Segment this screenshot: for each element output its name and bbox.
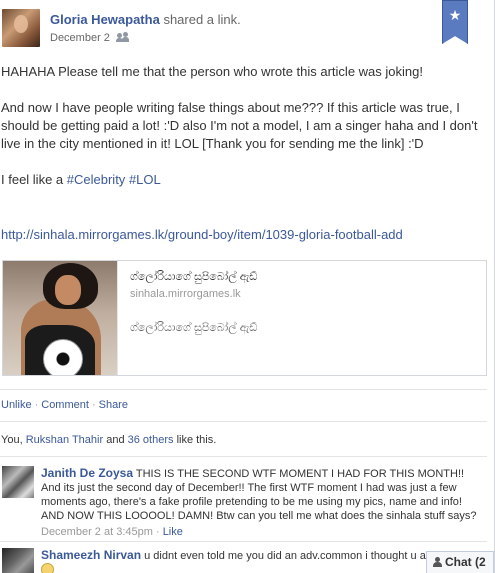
comment-text: u didnt even told me you did an adv.comm… bbox=[144, 550, 436, 562]
divider bbox=[0, 541, 487, 542]
story-meta: December 2 bbox=[50, 32, 129, 44]
chat-label: Chat (2 bbox=[445, 555, 486, 569]
football-icon bbox=[43, 339, 83, 375]
smiley-icon bbox=[41, 563, 54, 573]
chat-tab[interactable]: Chat (2 bbox=[426, 551, 494, 573]
person-icon bbox=[433, 557, 442, 567]
hashtag-link[interactable]: #LOL bbox=[129, 172, 161, 187]
divider bbox=[0, 389, 487, 390]
message-paragraph: HAHAHA Please tell me that the person wh… bbox=[1, 64, 423, 79]
comment-body: Shameezh Nirvan u didnt even told me you… bbox=[41, 548, 436, 563]
comment-meta: December 2 at 3:45pm · Like bbox=[41, 526, 183, 538]
link-preview[interactable]: ග්ලෝරියාගේ සුපිබෝල් ඇඩ් sinhala.mirrorga… bbox=[2, 260, 487, 376]
link-preview-domain: sinhala.mirrorgames.lk bbox=[130, 288, 241, 300]
unlike-link[interactable]: Unlike bbox=[1, 399, 32, 411]
commenter-avatar[interactable] bbox=[2, 466, 34, 498]
share-link[interactable]: Share bbox=[99, 399, 128, 411]
comment-like-link[interactable]: Like bbox=[163, 526, 183, 538]
commenter-avatar[interactable] bbox=[2, 548, 34, 573]
commenter-name[interactable]: Shameezh Nirvan bbox=[41, 548, 141, 562]
story-header: Gloria Hewapatha shared a link. December… bbox=[0, 6, 495, 52]
author-line: Gloria Hewapatha shared a link. bbox=[50, 12, 241, 27]
author-avatar[interactable] bbox=[2, 9, 40, 47]
divider bbox=[0, 421, 487, 422]
message-paragraph: I feel like a #Celebrity #LOL bbox=[1, 172, 161, 187]
link-preview-description: ග්ලෝරියාගේ සුපිබෝල් ඇඩ් bbox=[130, 322, 258, 334]
post-message: HAHAHA Please tell me that the person wh… bbox=[1, 63, 491, 207]
comment-time[interactable]: December 2 at 3:45pm bbox=[41, 526, 153, 538]
comment-body: Janith De Zoysa THIS IS THE SECOND WTF M… bbox=[41, 466, 481, 523]
message-paragraph: And now I have people writing false thin… bbox=[1, 100, 478, 151]
friends-icon[interactable] bbox=[115, 32, 129, 42]
shared-url-link[interactable]: http://sinhala.mirrorgames.lk/ground-boy… bbox=[1, 227, 403, 242]
link-preview-title[interactable]: ග්ලෝරියාගේ සුපිබෝල් ඇඩ් bbox=[130, 271, 257, 284]
star-icon: ★ bbox=[448, 7, 462, 23]
story-date[interactable]: December 2 bbox=[50, 32, 110, 44]
comment-item: Janith De Zoysa THIS IS THE SECOND WTF M… bbox=[0, 466, 495, 542]
story-card: Gloria Hewapatha shared a link. December… bbox=[0, 0, 495, 573]
story-action: shared a link. bbox=[163, 12, 241, 27]
commenter-name[interactable]: Janith De Zoysa bbox=[41, 466, 133, 480]
hashtag-link[interactable]: #Celebrity bbox=[67, 172, 126, 187]
comment-item: Shameezh Nirvan u didnt even told me you… bbox=[0, 548, 495, 573]
author-name[interactable]: Gloria Hewapatha bbox=[50, 12, 160, 27]
comment-link[interactable]: Comment bbox=[41, 399, 89, 411]
link-preview-image[interactable] bbox=[3, 261, 118, 375]
liker-link[interactable]: Rukshan Thahir bbox=[26, 434, 103, 446]
story-actions: Unlike · Comment · Share bbox=[1, 399, 128, 411]
other-likers-link[interactable]: 36 others bbox=[128, 434, 174, 446]
divider bbox=[0, 456, 487, 457]
likes-summary: You, Rukshan Thahir and 36 others like t… bbox=[1, 434, 217, 446]
